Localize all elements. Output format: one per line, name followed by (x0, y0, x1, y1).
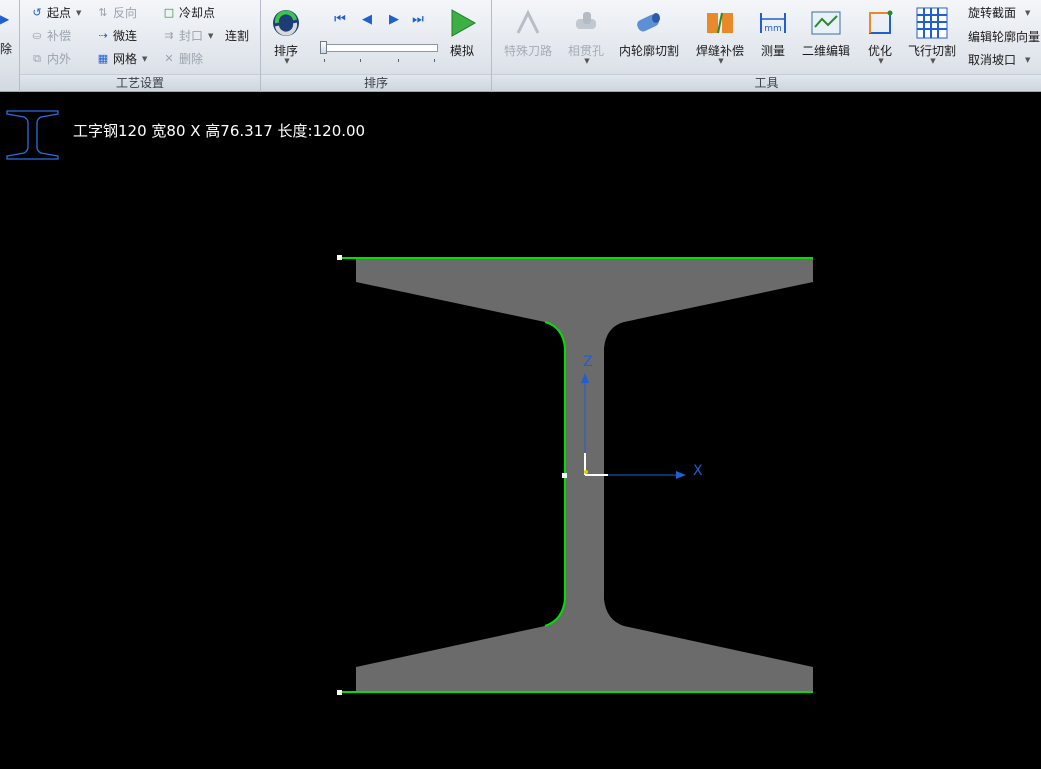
pierce-point-marker[interactable] (562, 473, 567, 478)
pipe-icon (558, 4, 614, 42)
slider-tick (398, 59, 399, 62)
intersect-hole-button[interactable]: 相贯孔 ▼ (558, 4, 614, 65)
chevron-down-icon: ▼ (1025, 56, 1031, 64)
tools-group: 特殊刀路 相贯孔 ▼ 内轮廓切割 焊缝补偿 ▼ mm 测量 二维编辑 优化 ▼ … (492, 0, 1041, 92)
seal-button[interactable]: ⇉ 封口 ▼ (162, 27, 213, 45)
simulate-button[interactable]: 模拟 (434, 4, 490, 60)
group-label: 工具 (492, 74, 1041, 90)
compensation-icon: ⛀ (32, 29, 42, 42)
optimize-button[interactable]: 优化 ▼ (852, 4, 908, 65)
flying-cut-button[interactable]: 飞行切割 ▼ (904, 4, 960, 65)
compensation-button[interactable]: ⛀ 补偿 (30, 27, 71, 45)
compensation-label: 补偿 (47, 29, 72, 43)
progress-slider[interactable] (320, 44, 438, 52)
rotate-section-button[interactable]: 旋转截面 ▼ (968, 4, 1030, 22)
rotate-section-label: 旋转截面 (968, 6, 1017, 20)
inner-outer-icon: ⧉ (33, 52, 41, 65)
process-settings-group: ↺ 起点 ▼ ⛀ 补偿 ⧉ 内外 ⇅ 反向 ⇢ 微连 ▦ 网格 ▼ □ 冷却点 … (20, 0, 261, 92)
weld-icon (692, 4, 748, 42)
delete-button[interactable]: ✕ 删除 (162, 50, 203, 68)
micro-joint-label: 微连 (113, 29, 138, 43)
ribbon-toolbar: ▶ 除 ↺ 起点 ▼ ⛀ 补偿 ⧉ 内外 ⇅ 反向 ⇢ 微连 ▦ 网格 ▼ □ … (0, 0, 1041, 92)
chevron-down-icon: ▼ (142, 55, 148, 63)
tube-icon (618, 4, 680, 42)
slider-tick (324, 59, 325, 62)
special-path-label: 特殊刀路 (503, 44, 552, 58)
partial-label: 除 (0, 42, 13, 56)
group-label: 排序 (261, 74, 491, 90)
first-icon[interactable]: ⏮ (331, 12, 349, 28)
special-path-icon (500, 4, 556, 42)
ruler-icon: mm (745, 4, 801, 42)
micro-joint-button[interactable]: ⇢ 微连 (96, 27, 137, 45)
inner-contour-cut-button[interactable]: 内轮廓切割 (618, 4, 680, 60)
reverse-button[interactable]: ⇅ 反向 (96, 4, 137, 22)
delete-icon: ✕ (164, 52, 174, 65)
edit-contour-vector-button[interactable]: 编辑轮廓向量 (968, 28, 1040, 46)
end-point-marker[interactable] (337, 690, 342, 695)
z-axis-label: Z (583, 354, 593, 370)
slider-thumb[interactable] (320, 41, 327, 54)
seal-icon: ⇉ (164, 29, 174, 42)
chevron-down-icon: ▼ (878, 57, 884, 65)
x-axis-label: X (693, 463, 703, 479)
cooling-point-label: 冷却点 (179, 6, 216, 20)
sort-icon (258, 4, 314, 42)
inner-contour-cut-label: 内轮廓切割 (618, 44, 679, 58)
continuous-cut-button[interactable]: 连割 (225, 27, 249, 45)
grid-button[interactable]: ▦ 网格 ▼ (96, 50, 148, 68)
2d-edit-label: 二维编辑 (801, 44, 850, 58)
2d-edit-icon (798, 4, 854, 42)
grid-label: 网格 (113, 52, 138, 66)
simulate-label: 模拟 (449, 44, 474, 58)
start-point-button[interactable]: ↺ 起点 ▼ (30, 4, 81, 22)
measure-label: 测量 (760, 44, 785, 58)
reverse-label: 反向 (113, 6, 138, 20)
profile-title: 工字钢120 宽80 X 高76.317 长度:120.00 (73, 122, 366, 140)
play-icon (434, 4, 490, 42)
last-icon[interactable]: ⏭ (409, 12, 427, 28)
inner-outer-button[interactable]: ⧉ 内外 (30, 50, 71, 68)
special-path-button[interactable]: 特殊刀路 (500, 4, 556, 60)
sort-button[interactable]: 排序 ▼ (258, 4, 314, 65)
micro-joint-icon: ⇢ (98, 29, 108, 42)
partial-group: ▶ 除 (0, 0, 20, 92)
cooling-point-button[interactable]: □ 冷却点 (162, 4, 215, 22)
chevron-down-icon: ▼ (284, 57, 290, 65)
chevron-down-icon: ▼ (208, 32, 214, 40)
measure-unit: mm (764, 24, 782, 34)
optimize-icon (852, 4, 908, 42)
cooling-point-icon: □ (163, 6, 175, 19)
grid-icon: ▦ (97, 52, 109, 65)
play-icon[interactable]: ▶ (0, 10, 9, 28)
i-beam-thumbnail-icon (6, 110, 59, 160)
cancel-bevel-label: 取消坡口 (968, 53, 1017, 67)
inner-outer-label: 内外 (47, 52, 72, 66)
chevron-down-icon: ▼ (76, 9, 82, 17)
reverse-icon: ⇅ (98, 6, 108, 19)
seal-label: 封口 (179, 29, 204, 43)
group-label: 工艺设置 (20, 74, 260, 90)
app-window: ▶ 除 ↺ 起点 ▼ ⛀ 补偿 ⧉ 内外 ⇅ 反向 ⇢ 微连 ▦ 网格 ▼ □ … (0, 0, 1041, 769)
cancel-bevel-button[interactable]: 取消坡口 ▼ (968, 51, 1030, 69)
delete-label: 删除 (179, 52, 204, 66)
grid-cut-icon (904, 4, 960, 42)
measure-button[interactable]: mm 测量 (745, 4, 801, 60)
drawing-canvas[interactable]: Z X 工字钢120 宽80 X 高76.317 长度:120.00 (0, 93, 1041, 769)
chevron-down-icon: ▼ (1025, 9, 1031, 17)
2d-edit-button[interactable]: 二维编辑 (798, 4, 854, 60)
previous-icon[interactable]: ◀ (358, 12, 376, 28)
weld-compensation-button[interactable]: 焊缝补偿 ▼ (692, 4, 748, 65)
start-point-icon: ↺ (32, 6, 42, 19)
slider-tick (360, 59, 361, 62)
start-point-label: 起点 (47, 6, 72, 20)
slider-tick (434, 59, 435, 62)
next-icon[interactable]: ▶ (385, 12, 403, 28)
start-point-marker[interactable] (337, 255, 342, 260)
canvas-drawing: Z X (6, 110, 813, 695)
